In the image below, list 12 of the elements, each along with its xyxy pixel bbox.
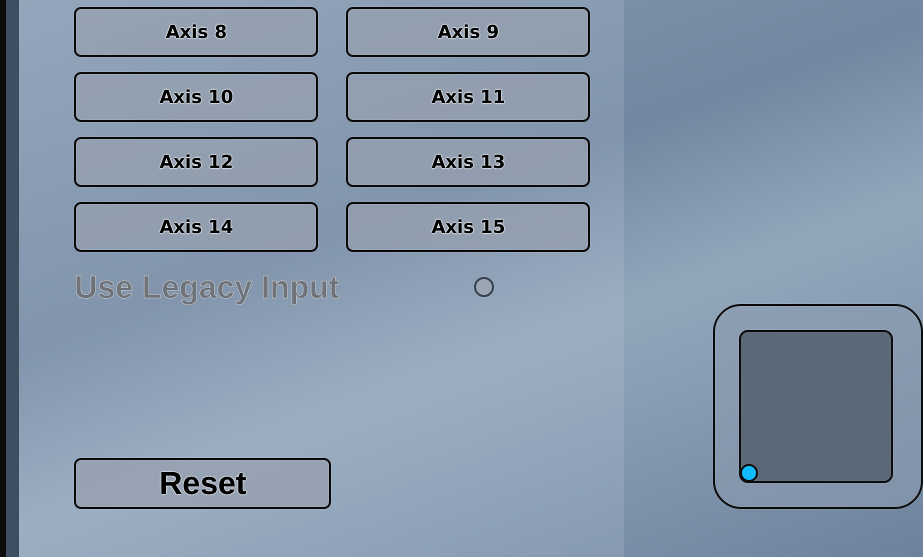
legacy-input-label: Use Legacy Input	[74, 268, 340, 306]
axis-button[interactable]: Axis 10	[74, 72, 318, 122]
axis-button[interactable]: Axis 8	[74, 7, 318, 57]
axis-button[interactable]: Axis 14	[74, 202, 318, 252]
axis-button[interactable]: Axis 9	[346, 7, 590, 57]
axis-button[interactable]: Axis 15	[346, 202, 590, 252]
reset-button[interactable]: Reset	[74, 458, 332, 509]
axis-button[interactable]: Axis 11	[346, 72, 590, 122]
joystick-handle[interactable]	[740, 464, 758, 482]
joystick-area[interactable]	[739, 330, 893, 483]
axis-button[interactable]: Axis 12	[74, 137, 318, 187]
axis-button[interactable]: Axis 13	[346, 137, 590, 187]
